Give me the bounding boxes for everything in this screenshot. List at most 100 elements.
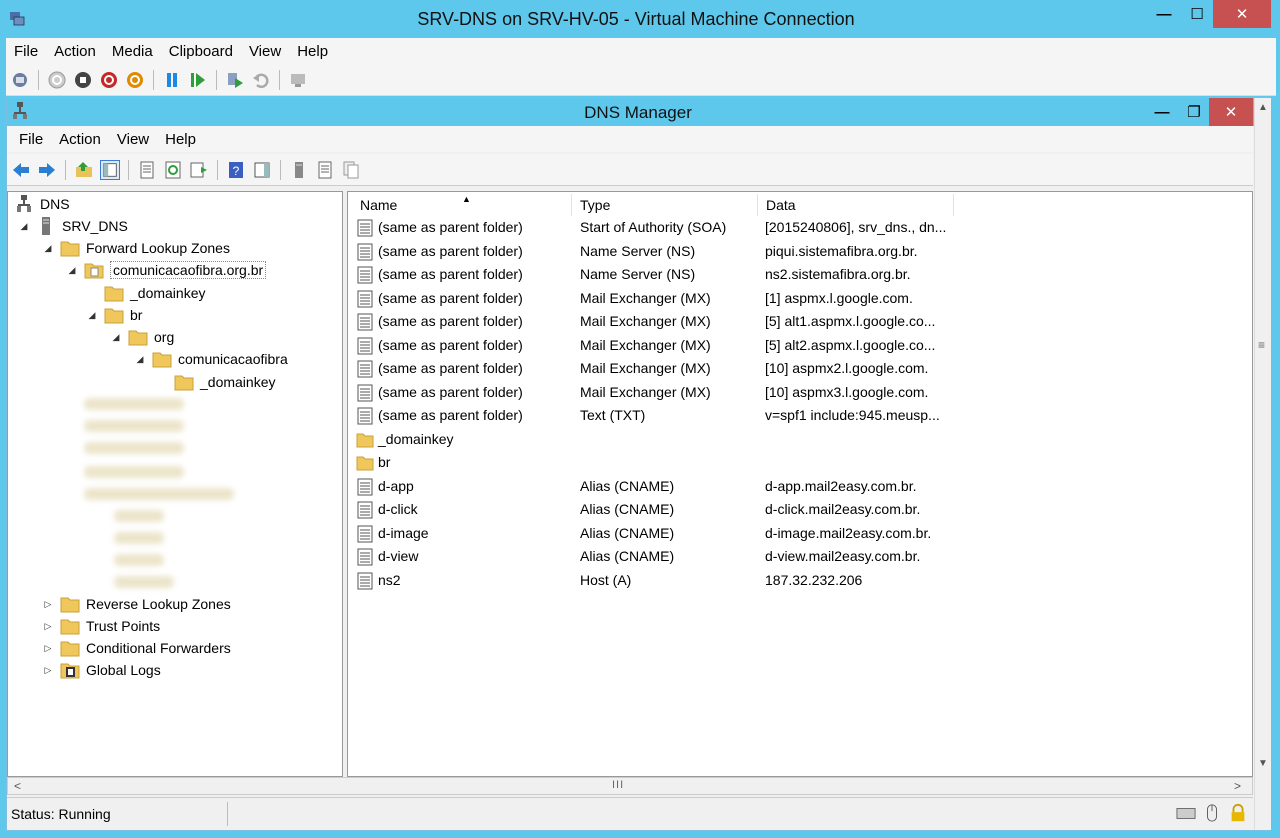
tree-node-server[interactable]: ◢ SRV_DNS: [18, 215, 128, 237]
resume-icon[interactable]: [188, 70, 208, 90]
scroll-right-arrow-icon[interactable]: >: [1234, 779, 1241, 793]
table-row[interactable]: (same as parent folder) Mail Exchanger (M…: [354, 288, 1234, 311]
help-icon[interactable]: ?: [226, 160, 246, 180]
vm-close-button[interactable]: ✕: [1213, 0, 1271, 28]
scroll-thumb-icon[interactable]: III: [612, 779, 624, 791]
expand-arrow-icon[interactable]: ▷: [42, 665, 54, 676]
start-icon[interactable]: [47, 70, 67, 90]
dns-menu-file[interactable]: File: [11, 131, 51, 148]
expand-arrow-icon[interactable]: ▷: [42, 643, 54, 654]
table-row[interactable]: (same as parent folder) Mail Exchanger (M…: [354, 358, 1234, 381]
table-row[interactable]: (same as parent folder) Name Server (NS) n…: [354, 264, 1234, 287]
copy-icon[interactable]: [341, 160, 361, 180]
column-header-type[interactable]: Type: [572, 194, 758, 216]
tree-node-dns[interactable]: DNS: [14, 193, 70, 215]
table-row[interactable]: (same as parent folder) Mail Exchanger (M…: [354, 382, 1234, 405]
tree-node-domainkey-nested[interactable]: _domainkey: [174, 371, 276, 393]
scroll-left-arrow-icon[interactable]: <: [14, 779, 21, 793]
cell-type: Text (TXT): [580, 407, 646, 423]
back-icon[interactable]: [11, 160, 31, 180]
vm-minimize-button[interactable]: —: [1149, 0, 1179, 28]
cell-data: d-app.mail2easy.com.br.: [765, 477, 917, 494]
table-row[interactable]: d-app Alias (CNAME) d-app.mail2easy.com.br…: [354, 476, 1234, 499]
dns-restore-button[interactable]: ❐: [1179, 98, 1209, 126]
ctrl-alt-del-icon[interactable]: [10, 70, 30, 90]
dns-close-button[interactable]: ✕: [1209, 98, 1253, 126]
tree-node-global-logs[interactable]: ▷ Global Logs: [42, 659, 161, 681]
vm-menu-file[interactable]: File: [6, 43, 46, 60]
show-hide-action-icon[interactable]: [252, 160, 272, 180]
cell-type: Mail Exchanger (MX): [580, 313, 711, 329]
table-row[interactable]: d-click Alias (CNAME) d-click.mail2easy.co…: [354, 499, 1234, 522]
properties-icon[interactable]: [137, 160, 157, 180]
scroll-thumb-icon[interactable]: ≡: [1258, 338, 1265, 352]
dns-menu-action[interactable]: Action: [51, 131, 109, 148]
status-divider: [227, 802, 228, 826]
enhanced-session-icon[interactable]: [288, 70, 308, 90]
scroll-up-arrow-icon[interactable]: ▲: [1258, 102, 1268, 113]
collapse-arrow-icon[interactable]: ◢: [18, 221, 30, 232]
dns-menu-help[interactable]: Help: [157, 131, 204, 148]
tree-node-zone-comunicacaofibra[interactable]: ◢ comunicacaofibra.org.br: [66, 259, 267, 281]
collapse-arrow-icon[interactable]: ◢: [134, 354, 146, 365]
tree-node-domainkey[interactable]: _domainkey: [104, 282, 206, 304]
vm-menu-view[interactable]: View: [241, 43, 289, 60]
outer-vertical-scrollbar[interactable]: ▲ ≡ ▼: [1254, 98, 1271, 830]
up-folder-icon[interactable]: [74, 160, 94, 180]
vm-menu-action[interactable]: Action: [46, 43, 104, 60]
horizontal-scrollbar[interactable]: < III >: [7, 777, 1253, 795]
table-row[interactable]: br: [354, 452, 1234, 475]
tree-node-org[interactable]: ◢ org: [110, 326, 174, 348]
collapse-arrow-icon[interactable]: ◢: [66, 265, 78, 276]
column-header-name[interactable]: Name ▲: [352, 194, 572, 216]
status-text: Status: Running: [11, 806, 111, 822]
expand-arrow-icon[interactable]: ▷: [42, 599, 54, 610]
tree-node-reverse-lookup-zones[interactable]: ▷ Reverse Lookup Zones: [42, 593, 231, 615]
vm-maximize-button[interactable]: ☐: [1181, 0, 1213, 28]
shutdown-icon[interactable]: [99, 70, 119, 90]
cell-name: (same as parent folder): [378, 219, 523, 235]
expand-arrow-icon[interactable]: ▷: [42, 621, 54, 632]
table-row[interactable]: (same as parent folder) Mail Exchanger (M…: [354, 335, 1234, 358]
checkpoint-icon[interactable]: [225, 70, 245, 90]
list-icon[interactable]: [315, 160, 335, 180]
dns-menu-view[interactable]: View: [109, 131, 157, 148]
table-row[interactable]: ns2 Host (A) 187.32.232.206: [354, 570, 1234, 593]
collapse-arrow-icon[interactable]: ◢: [86, 310, 98, 321]
vm-menu-help[interactable]: Help: [289, 43, 336, 60]
turn-off-icon[interactable]: [73, 70, 93, 90]
table-row[interactable]: (same as parent folder) Mail Exchanger (M…: [354, 311, 1234, 334]
revert-icon[interactable]: [251, 70, 271, 90]
dns-record-icon: [356, 525, 374, 543]
refresh-icon[interactable]: [163, 160, 183, 180]
show-hide-tree-icon[interactable]: [100, 159, 120, 180]
collapse-arrow-icon[interactable]: ◢: [42, 243, 54, 254]
scroll-down-arrow-icon[interactable]: ▼: [1258, 758, 1268, 769]
tree-node-br[interactable]: ◢ br: [86, 304, 142, 326]
tree-node-trust-points[interactable]: ▷ Trust Points: [42, 615, 160, 637]
vm-menu-media[interactable]: Media: [104, 43, 161, 60]
table-row[interactable]: _domainkey: [354, 429, 1234, 452]
zone-icon: [84, 261, 104, 279]
column-header-data[interactable]: Data: [758, 194, 954, 216]
tree-node-comunicacaofibra[interactable]: ◢ comunicacaofibra: [134, 348, 288, 370]
tree-node-conditional-forwarders[interactable]: ▷ Conditional Forwarders: [42, 637, 231, 659]
dns-record-icon: [356, 478, 374, 496]
folder-icon: [356, 454, 374, 472]
vm-menu-clipboard[interactable]: Clipboard: [161, 43, 241, 60]
table-row[interactable]: (same as parent folder) Text (TXT) v=spf1 …: [354, 405, 1234, 428]
cell-name: d-app: [378, 477, 414, 494]
dns-minimize-button[interactable]: —: [1147, 98, 1177, 126]
server-icon[interactable]: [289, 160, 309, 180]
export-icon[interactable]: [189, 160, 209, 180]
tree-node-forward-lookup-zones[interactable]: ◢ Forward Lookup Zones: [42, 237, 230, 259]
dns-titlebar: DNS Manager — ❐ ✕: [7, 98, 1269, 126]
table-row[interactable]: d-view Alias (CNAME) d-view.mail2easy.com.…: [354, 546, 1234, 569]
power-icon[interactable]: [125, 70, 145, 90]
table-row[interactable]: d-image Alias (CNAME) d-image.mail2easy.co…: [354, 523, 1234, 546]
collapse-arrow-icon[interactable]: ◢: [110, 332, 122, 343]
table-row[interactable]: (same as parent folder) Name Server (NS) p…: [354, 241, 1234, 264]
table-row[interactable]: (same as parent folder) Start of Authorit…: [354, 217, 1234, 240]
pause-icon[interactable]: [162, 70, 182, 90]
forward-icon[interactable]: [37, 160, 57, 180]
